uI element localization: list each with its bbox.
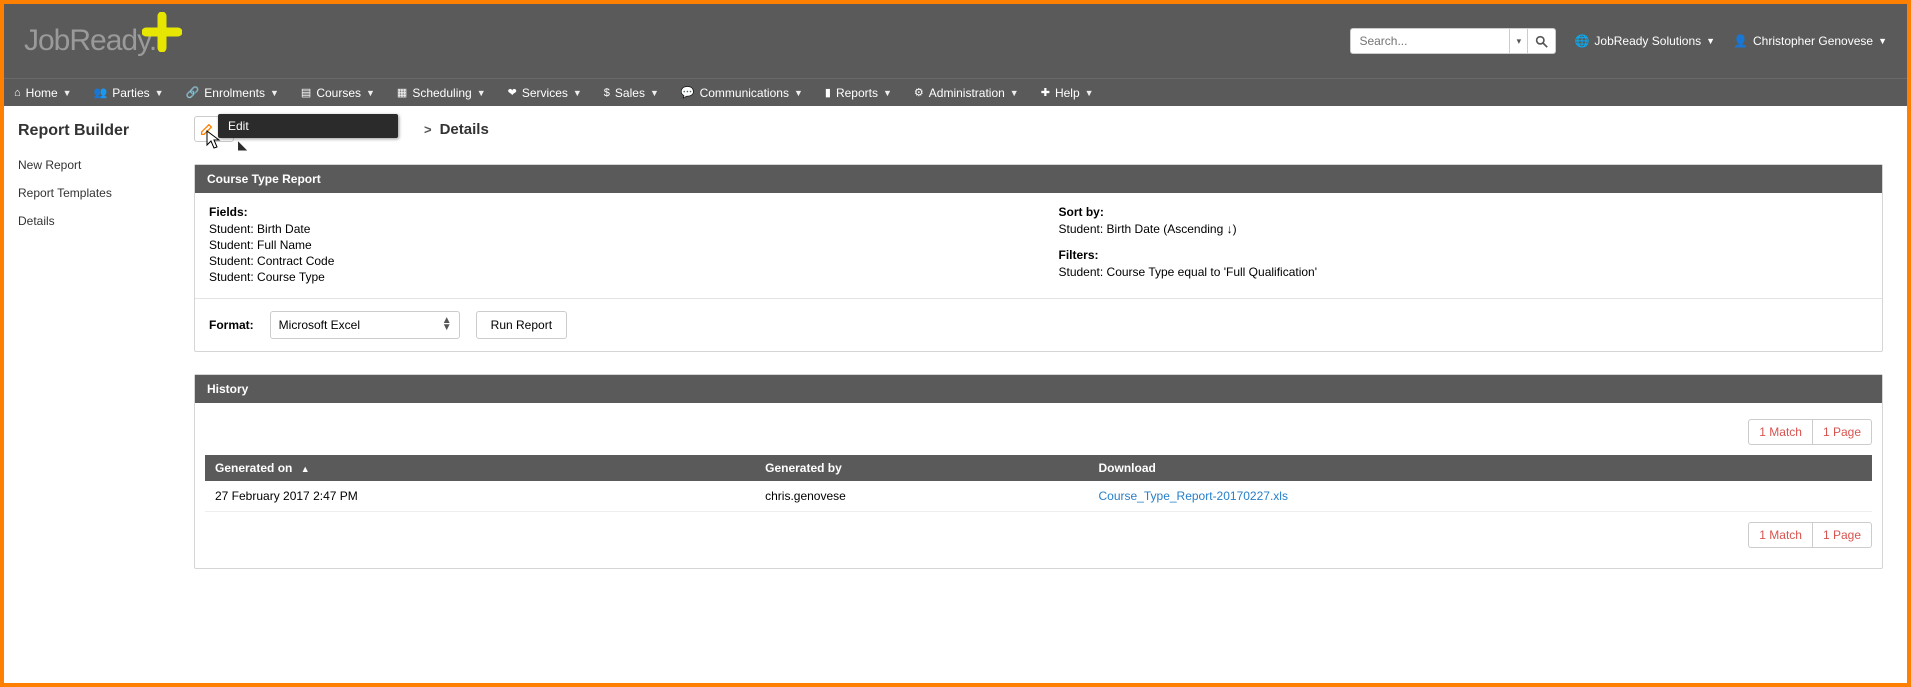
search-input[interactable] [1350,28,1510,54]
download-link[interactable]: Course_Type_Report-20170227.xls [1099,489,1288,503]
user-icon: 👤 [1733,34,1748,48]
search-scope-dropdown[interactable]: ▾ [1510,28,1528,54]
search-button[interactable] [1528,28,1556,54]
match-count: 1 Match [1748,419,1812,445]
nav-item-sales[interactable]: $Sales▼ [604,86,659,100]
field-item: Student: Contract Code [209,254,1019,268]
nav-item-services[interactable]: ❤Services▼ [508,86,582,100]
chevron-down-icon: ▼ [1010,88,1019,98]
search-icon [1535,35,1548,48]
chevron-down-icon: ▼ [1706,36,1715,46]
globe-icon: 🌐 [1574,34,1589,48]
nav-item-scheduling[interactable]: ▦Scheduling▼ [397,86,486,100]
history-panel: History 1 Match 1 Page Generated on ▲ Ge… [194,374,1883,569]
chevron-down-icon: ▼ [794,88,803,98]
dollar-icon: $ [604,87,610,99]
calendar-icon: ▦ [397,86,407,99]
fields-label: Fields: [209,205,1019,219]
main-nav: ⌂Home▼ 👥Parties▼ 🔗Enrolments▼ ▤Courses▼ ▦Sch… [4,78,1907,106]
chevron-down-icon: ▼ [1878,36,1887,46]
chevron-down-icon: ▼ [270,88,279,98]
heart-icon: ❤ [508,86,517,99]
home-icon: ⌂ [14,87,21,99]
cell-generated-by: chris.genovese [755,481,1088,512]
match-count: 1 Match [1748,522,1812,548]
cog-icon: ⚙ [914,86,924,99]
sidebar-title: Report Builder [18,122,180,140]
col-generated-on[interactable]: Generated on ▲ [205,455,755,481]
tooltip-tail: ◣ [238,138,247,152]
table-row: 27 February 2017 2:47 PM chris.genovese … [205,481,1872,512]
nav-item-parties[interactable]: 👥Parties▼ [94,86,164,100]
format-select[interactable]: Microsoft Excel [270,311,460,339]
sidebar-link-details[interactable]: Details [18,214,180,228]
plus-icon: ✚ [1041,86,1050,99]
logo-text: JobReady. [24,24,156,58]
org-label: JobReady Solutions [1594,34,1701,48]
nav-item-courses[interactable]: ▤Courses▼ [301,86,375,100]
field-item: Student: Full Name [209,238,1019,252]
tooltip: Edit [218,114,398,138]
chevron-down-icon: ▼ [573,88,582,98]
page-count: 1 Page [1812,522,1872,548]
book-icon: ▤ [301,86,311,99]
nav-item-enrolments[interactable]: 🔗Enrolments▼ [186,86,279,100]
report-panel: Course Type Report Fields: Student: Birt… [194,164,1883,352]
nav-item-home[interactable]: ⌂Home▼ [14,86,72,100]
format-label: Format: [209,318,254,332]
chevron-down-icon: ▼ [1085,88,1094,98]
run-report-button[interactable]: Run Report [476,311,567,339]
org-menu[interactable]: 🌐 JobReady Solutions ▼ [1574,34,1715,48]
user-label: Christopher Genovese [1753,34,1873,48]
chevron-down-icon: ▼ [63,88,72,98]
nav-item-communications[interactable]: 💬Communications▼ [681,86,803,100]
chevron-down-icon: ▼ [477,88,486,98]
field-item: Student: Course Type [209,270,1019,284]
users-icon: 👥 [94,86,108,99]
filters-value: Student: Course Type equal to 'Full Qual… [1059,265,1869,279]
chevron-down-icon: ▼ [366,88,375,98]
history-panel-header: History [195,375,1882,403]
sidebar-link-report-templates[interactable]: Report Templates [18,186,180,200]
breadcrumb-current: Details [440,121,489,138]
sidebar: Report Builder New Report Report Templat… [4,106,194,683]
link-icon: 🔗 [186,86,200,99]
sort-label: Sort by: [1059,205,1869,219]
cursor-icon [206,130,222,153]
page-count: 1 Page [1812,419,1872,445]
chevron-down-icon: ▼ [155,88,164,98]
chevron-down-icon: ▼ [650,88,659,98]
filters-label: Filters: [1059,248,1869,262]
nav-item-reports[interactable]: ▮Reports▼ [825,86,892,100]
comment-icon: 💬 [681,86,695,99]
sort-value: Student: Birth Date (Ascending ↓) [1059,222,1869,236]
chevron-down-icon: ▼ [883,88,892,98]
search-group: ▾ [1350,28,1556,54]
sidebar-link-new-report[interactable]: New Report [18,158,180,172]
nav-item-help[interactable]: ✚Help▼ [1041,86,1094,100]
logo: JobReady. [24,24,156,58]
col-download[interactable]: Download [1089,455,1873,481]
field-item: Student: Birth Date [209,222,1019,236]
report-panel-header: Course Type Report [195,165,1882,193]
chart-icon: ▮ [825,86,831,99]
sort-asc-icon: ▲ [301,464,310,474]
user-menu[interactable]: 👤 Christopher Genovese ▼ [1733,34,1887,48]
col-generated-by[interactable]: Generated by [755,455,1088,481]
plus-icon [142,12,182,52]
breadcrumb-separator: > [424,122,432,137]
nav-item-administration[interactable]: ⚙Administration▼ [914,86,1019,100]
history-table: Generated on ▲ Generated by Download 27 … [205,455,1872,512]
cell-generated-on: 27 February 2017 2:47 PM [205,481,755,512]
